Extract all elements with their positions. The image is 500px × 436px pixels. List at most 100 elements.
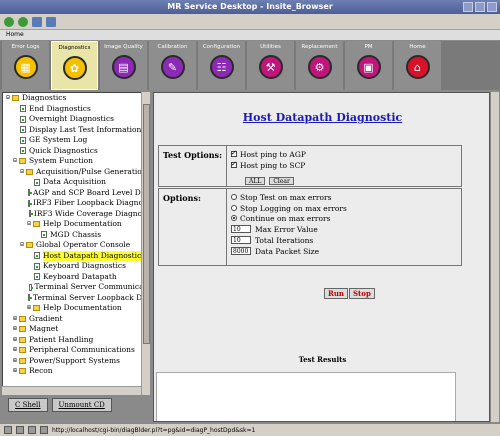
- continue-radio[interactable]: [231, 215, 237, 221]
- tree-item[interactable]: Overnight Diagnostics: [3, 114, 149, 125]
- window-titlebar: MR Service Desktop - Insite_Browser: [0, 0, 500, 14]
- folder-icon: [26, 168, 33, 175]
- nav-tab-home[interactable]: Home ⌂: [394, 41, 441, 90]
- calibration-icon: ✎: [160, 55, 185, 79]
- nav-tab-image-quality[interactable]: Image Quality ▤: [100, 41, 147, 90]
- ping-scp-checkbox[interactable]: [231, 160, 237, 168]
- tree-item[interactable]: AGP and SCP Board Level Diag: [3, 188, 149, 199]
- stop-test-radio[interactable]: [231, 194, 237, 200]
- tree-folder[interactable]: ⊟ Help Documentation: [3, 219, 149, 230]
- folder-icon: [33, 305, 40, 312]
- tree-label: Host Datapath Diagnostic: [43, 250, 142, 261]
- folder-icon: [33, 221, 40, 228]
- tree-item[interactable]: Host Datapath Diagnostic: [3, 250, 149, 261]
- max-error-label: Max Error Value: [255, 224, 318, 234]
- tree-item[interactable]: Keyboard Diagnostics: [3, 261, 149, 272]
- tree-folder[interactable]: ⊟ Global Operator Console: [3, 240, 149, 251]
- expand-icon[interactable]: ⊞: [12, 324, 18, 335]
- nav-tab-label: Home: [409, 44, 426, 50]
- tree-folder[interactable]: ⊞ Gradient: [3, 314, 149, 325]
- tree-label: Diagnostics: [22, 93, 67, 102]
- folder-icon: [19, 158, 26, 165]
- tree-item[interactable]: Keyboard Datapath: [3, 272, 149, 283]
- ping-agp-checkbox[interactable]: [231, 149, 237, 157]
- continue-label: Continue on max errors: [240, 213, 331, 223]
- nav-tab-error-logs[interactable]: Error Logs ▦: [2, 41, 49, 90]
- collapse-icon[interactable]: ⊟: [19, 167, 25, 178]
- c-shell-button[interactable]: C Shell: [8, 398, 48, 412]
- nav-tab-replacement[interactable]: Replacement ⚙: [296, 41, 343, 90]
- tree-horizontal-scrollbar[interactable]: [2, 386, 141, 395]
- tree-item[interactable]: Terminal Server Communicati: [3, 282, 149, 293]
- tree-folder[interactable]: ⊞ Recon: [3, 366, 149, 377]
- tree-folder[interactable]: ⊞ Help Documentation: [3, 303, 149, 314]
- page-title[interactable]: Host Datapath Diagnostic: [154, 111, 489, 124]
- expand-icon[interactable]: ⊞: [12, 345, 18, 356]
- maximize-button[interactable]: [475, 2, 485, 12]
- tree-item[interactable]: Display Last Test Information: [3, 125, 149, 136]
- status-bar: http://localhost/cgi-bin/diagBlder.pl?t=…: [0, 423, 500, 436]
- collapse-icon[interactable]: ⊟: [12, 156, 18, 167]
- nav-tab-pm[interactable]: PM ▣: [345, 41, 392, 90]
- tree-label: Help Documentation: [43, 219, 122, 228]
- nav-tab-diagnostics[interactable]: Diagnostics ✿: [51, 41, 98, 90]
- tree-folder[interactable]: ⊞ Patient Handling: [3, 335, 149, 346]
- collapse-icon[interactable]: ⊟: [26, 219, 32, 230]
- folder-icon: [19, 336, 26, 343]
- tree-item[interactable]: Terminal Server Loopback Dia: [3, 293, 149, 304]
- tree-item[interactable]: MGD Chassis: [3, 230, 149, 241]
- all-button[interactable]: ALL: [245, 177, 266, 185]
- stop-button[interactable]: Stop: [349, 288, 375, 299]
- tree-folder[interactable]: ⊟ System Function: [3, 156, 149, 167]
- home-bar[interactable]: Home: [0, 30, 500, 40]
- expand-icon[interactable]: ⊞: [12, 314, 18, 325]
- nav-tab-label: Utilities: [260, 44, 281, 50]
- nav-tab-utilities[interactable]: Utilities ⚒: [247, 41, 294, 90]
- main-vertical-scrollbar[interactable]: [490, 92, 499, 422]
- tree-scroll-thumb[interactable]: [143, 104, 150, 344]
- forward-arrow-icon[interactable]: [18, 16, 28, 27]
- tree-item[interactable]: IRF3 Fiber Loopback Diagnost: [3, 198, 149, 209]
- stop-icon[interactable]: [46, 16, 56, 27]
- options-panel: Options: Stop Test on max errors Stop Lo…: [158, 188, 462, 266]
- tree-folder[interactable]: ⊞ Power/Support Systems: [3, 356, 149, 367]
- tree-folder[interactable]: ⊟ Diagnostics: [3, 93, 149, 104]
- total-iterations-input[interactable]: 10: [231, 236, 251, 244]
- tree-item[interactable]: Quick Diagnostics: [3, 146, 149, 157]
- reload-icon[interactable]: [32, 16, 42, 27]
- document-icon: [28, 199, 32, 207]
- back-arrow-icon[interactable]: [4, 16, 14, 27]
- expand-icon[interactable]: ⊞: [12, 366, 18, 377]
- stop-logging-radio[interactable]: [231, 205, 237, 211]
- run-button[interactable]: Run: [324, 288, 348, 299]
- options-label: Options:: [163, 193, 201, 203]
- tree-label: Peripheral Communications: [29, 345, 135, 354]
- tree-label: Patient Handling: [29, 334, 94, 344]
- max-error-input[interactable]: 10: [231, 225, 251, 233]
- tree-folder[interactable]: ⊞ Peripheral Communications: [3, 345, 149, 356]
- unmount-cd-button[interactable]: Unmount CD: [51, 398, 112, 412]
- tree-item[interactable]: GE System Log: [3, 135, 149, 146]
- expand-icon[interactable]: ⊞: [12, 356, 18, 367]
- close-button[interactable]: [487, 2, 497, 12]
- minimize-button[interactable]: [463, 2, 473, 12]
- tree-label: Acquisition/Pulse Generation: [36, 166, 147, 176]
- packet-size-input[interactable]: 8000: [231, 247, 251, 255]
- packet-size-row: 8000 Data Packet Size: [231, 246, 319, 256]
- home-label[interactable]: Home: [6, 31, 24, 38]
- collapse-icon[interactable]: ⊟: [19, 240, 25, 251]
- tree-vertical-scrollbar[interactable]: [141, 92, 150, 395]
- document-icon: [20, 115, 26, 123]
- collapse-icon[interactable]: ⊟: [5, 93, 11, 104]
- nav-tab-calibration[interactable]: Calibration ✎: [149, 41, 196, 90]
- clear-button[interactable]: Clear: [269, 177, 294, 185]
- nav-tab-configuration[interactable]: Configuration ☷: [198, 41, 245, 90]
- tree-folder[interactable]: ⊞ Magnet: [3, 324, 149, 335]
- status-url: http://localhost/cgi-bin/diagBlder.pl?t=…: [52, 426, 256, 434]
- tree-item[interactable]: Data Acquisition: [3, 177, 149, 188]
- expand-icon[interactable]: ⊞: [26, 303, 32, 314]
- tree-item[interactable]: End Diagnostics: [3, 104, 149, 115]
- tree-folder[interactable]: ⊟ Acquisition/Pulse Generation: [3, 167, 149, 178]
- expand-icon[interactable]: ⊞: [12, 335, 18, 346]
- tree-item[interactable]: IRF3 Wide Coverage Diagnost: [3, 209, 149, 220]
